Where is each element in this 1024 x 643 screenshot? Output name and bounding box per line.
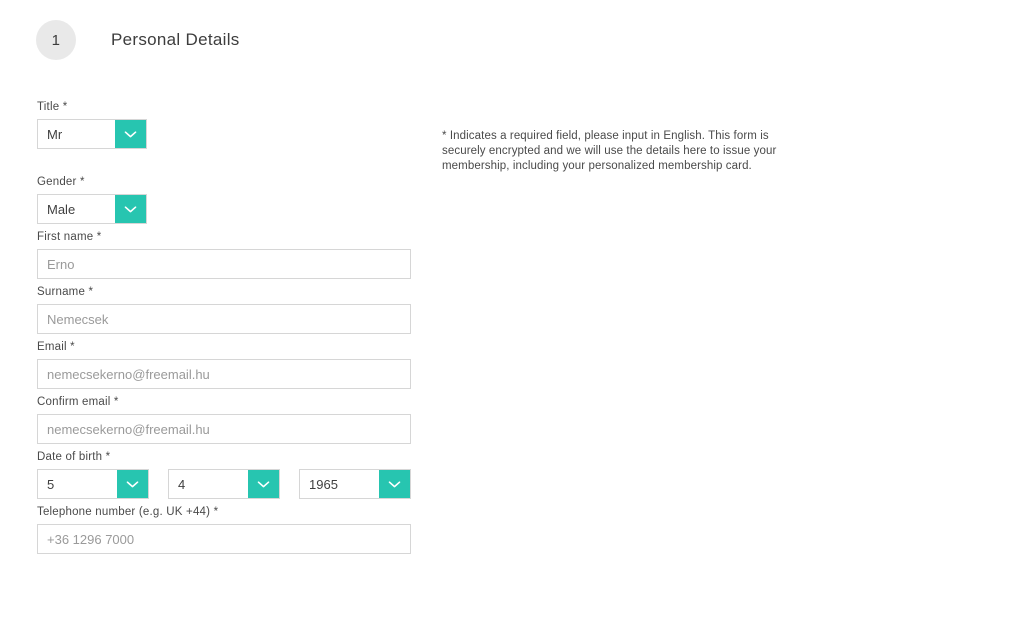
dob-year-select[interactable]: 1965 — [299, 469, 411, 499]
chevron-down-icon[interactable] — [117, 470, 148, 498]
page-title: Personal Details — [111, 30, 240, 49]
date-of-birth-row: 5 4 1965 — [37, 469, 411, 499]
confirm-email-input[interactable] — [37, 414, 411, 444]
dob-month-select[interactable]: 4 — [168, 469, 280, 499]
gender-select-value: Male — [47, 201, 76, 217]
step-number-badge: 1 — [36, 20, 76, 60]
dob-year-value: 1965 — [309, 476, 338, 492]
field-date-of-birth: Date of birth * 5 4 1965 — [37, 450, 411, 499]
field-confirm-email: Confirm email * — [37, 395, 411, 444]
label-confirm-email: Confirm email * — [37, 396, 119, 408]
field-title: Title * Mr — [37, 100, 411, 149]
dob-day-value: 5 — [47, 476, 55, 492]
label-first-name: First name * — [37, 231, 102, 243]
field-gender: Gender * Male — [37, 175, 411, 224]
chevron-down-icon[interactable] — [115, 120, 146, 148]
telephone-input[interactable] — [37, 524, 411, 554]
section-header: 1 Personal Details — [36, 20, 240, 60]
title-select-value: Mr — [47, 126, 63, 142]
gender-select[interactable]: Male — [37, 194, 147, 224]
label-email: Email * — [37, 341, 75, 353]
first-name-input[interactable] — [37, 249, 411, 279]
required-field-note: * Indicates a required field, please inp… — [442, 130, 777, 172]
chevron-down-icon[interactable] — [115, 195, 146, 223]
email-input[interactable] — [37, 359, 411, 389]
field-first-name: First name * — [37, 230, 411, 279]
field-email: Email * — [37, 340, 411, 389]
label-date-of-birth: Date of birth * — [37, 451, 111, 463]
chevron-down-icon[interactable] — [379, 470, 410, 498]
dob-day-select[interactable]: 5 — [37, 469, 149, 499]
personal-details-form: Title * Mr Gender * Male First name * Er… — [37, 100, 411, 554]
label-surname: Surname * — [37, 286, 94, 298]
title-select[interactable]: Mr — [37, 119, 147, 149]
dob-month-value: 4 — [178, 476, 186, 492]
chevron-down-icon[interactable] — [248, 470, 279, 498]
label-title: Title * — [37, 101, 68, 113]
field-surname: Surname * — [37, 285, 411, 334]
label-gender: Gender * — [37, 176, 85, 188]
label-telephone: Telephone number (e.g. UK +44) * — [37, 506, 219, 518]
surname-input[interactable] — [37, 304, 411, 334]
field-telephone: Telephone number (e.g. UK +44) * — [37, 505, 411, 554]
